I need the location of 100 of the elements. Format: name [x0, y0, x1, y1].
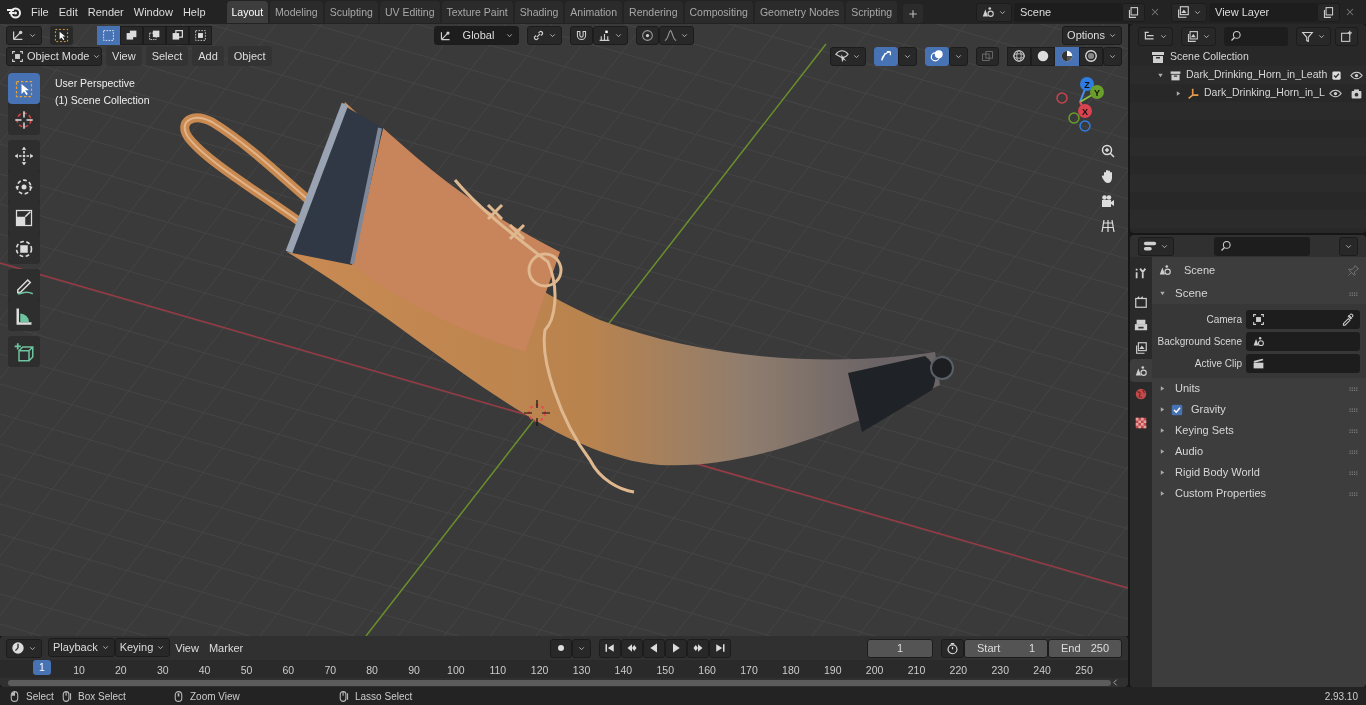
tool-button[interactable]	[8, 336, 40, 367]
menu-item[interactable]: Object	[227, 45, 272, 67]
start-frame-field[interactable]: Start 1	[964, 638, 1048, 658]
tool-button[interactable]	[8, 104, 40, 135]
search-field[interactable]	[1224, 26, 1288, 46]
selector-dropdown[interactable]	[1171, 2, 1207, 22]
render-camera-icon[interactable]	[1349, 86, 1363, 100]
axis-gizmo-drawing[interactable]	[1056, 77, 1104, 132]
workspace-tab[interactable]: Shading	[514, 0, 564, 24]
panel-header[interactable]: Rigid Body World	[1175, 464, 1260, 481]
shading-button[interactable]	[1079, 46, 1103, 66]
transform-dropdown[interactable]	[6, 25, 42, 45]
panel-header[interactable]: Audio	[1175, 443, 1204, 460]
menu-item[interactable]: Window	[128, 1, 178, 23]
copy-button[interactable]	[1317, 2, 1340, 22]
previous-keyframe-button[interactable]	[621, 638, 644, 658]
workspace-tab[interactable]: Rendering	[624, 0, 683, 24]
panel-header[interactable]: Custom Properties	[1175, 485, 1267, 502]
tool-button[interactable]	[8, 140, 40, 171]
tool-button[interactable]	[8, 233, 40, 264]
visibility-dropdown[interactable]	[830, 46, 866, 66]
object-field[interactable]	[1246, 331, 1360, 351]
selector-dropdown[interactable]	[976, 2, 1012, 22]
jump-start-button[interactable]	[599, 638, 622, 658]
selection-mode-button[interactable]	[120, 25, 143, 45]
properties-tab[interactable]	[1130, 359, 1152, 382]
workspace-tab[interactable]: Geometry Nodes	[754, 0, 845, 24]
preview-range-toggle[interactable]	[941, 638, 964, 658]
copy-button[interactable]	[1122, 2, 1145, 22]
selection-mode-button[interactable]	[189, 25, 212, 45]
new-collection-button[interactable]	[1335, 26, 1358, 46]
pivot-dropdown[interactable]	[527, 25, 563, 45]
outliner-item[interactable]: Dark_Drinking_Horn_in_L	[1204, 85, 1325, 101]
auto-keying-toggle[interactable]	[550, 638, 573, 658]
menu-item[interactable]: Marker	[203, 637, 249, 659]
outliner-item[interactable]: Scene Collection	[1170, 49, 1249, 65]
next-keyframe-button[interactable]	[687, 638, 710, 658]
display-mode-dropdown[interactable]	[1138, 26, 1173, 46]
jump-end-button[interactable]	[709, 638, 732, 658]
panel-header[interactable]: Units	[1175, 380, 1201, 397]
collapsed-arrow-icon[interactable]	[1158, 384, 1167, 393]
selection-mode-button[interactable]	[166, 25, 189, 45]
end-frame-field[interactable]: End 250	[1048, 638, 1122, 658]
editor-type-dropdown[interactable]	[6, 638, 42, 658]
orientation-dropdown[interactable]: Global	[433, 25, 520, 45]
menu-item[interactable]: Render	[82, 1, 129, 23]
tool-button[interactable]	[8, 300, 40, 331]
active-tool-button[interactable]	[50, 25, 73, 45]
proportional-toggle[interactable]	[636, 25, 660, 45]
tool-button[interactable]	[8, 269, 40, 300]
gizmo-toggle[interactable]	[874, 46, 898, 66]
panel-header[interactable]: Keying Sets	[1175, 422, 1234, 439]
current-frame-field[interactable]: 1	[867, 638, 933, 658]
shading-button[interactable]	[1031, 46, 1055, 66]
selection-mode-button[interactable]	[97, 25, 120, 45]
play-reverse-button[interactable]	[643, 638, 666, 658]
view-layer-field[interactable]: View Layer	[1209, 2, 1317, 22]
scrollbar[interactable]	[8, 679, 1111, 686]
workspace-tab[interactable]: Compositing	[684, 0, 753, 24]
snap-toggle[interactable]	[570, 25, 594, 45]
workspace-tab[interactable]: Texture Paint	[441, 0, 513, 24]
workspace-tab[interactable]: UV Editing	[379, 0, 440, 24]
outliner-item[interactable]: Dark_Drinking_Horn_in_Leath	[1186, 67, 1328, 83]
app-logo-icon[interactable]	[6, 4, 22, 20]
selection-mode-button[interactable]	[143, 25, 166, 45]
menu-item[interactable]: Help	[177, 1, 211, 23]
tool-button[interactable]	[8, 73, 40, 104]
workspace-tab[interactable]: Animation	[565, 0, 623, 24]
filter-dropdown[interactable]	[1296, 26, 1331, 46]
menu-item[interactable]: Select	[145, 45, 189, 67]
menu-dropdown[interactable]: Keying	[114, 637, 171, 657]
snap-dropdown[interactable]	[593, 25, 629, 45]
editor-type-dropdown[interactable]	[1138, 236, 1174, 256]
menu-item[interactable]: File	[26, 1, 54, 23]
menu-item[interactable]: Edit	[53, 1, 83, 23]
xray-toggle[interactable]	[976, 46, 999, 66]
mode-dropdown[interactable]: Object Mode	[6, 46, 102, 66]
add-workspace-button[interactable]	[903, 4, 924, 24]
panel-header[interactable]: Scene	[1175, 284, 1208, 303]
menu-dropdown[interactable]: Playback	[48, 637, 115, 657]
overlay-toggle[interactable]	[925, 46, 949, 66]
scene-field[interactable]: Scene	[1014, 2, 1122, 22]
workspace-tab[interactable]: Scripting	[846, 0, 898, 24]
collapsed-arrow-icon[interactable]	[1158, 447, 1167, 456]
filter-mode-dropdown[interactable]	[1181, 26, 1216, 46]
search-field[interactable]	[1214, 236, 1310, 256]
expanded-arrow-icon[interactable]	[1158, 289, 1167, 298]
checkbox-icon[interactable]	[1331, 69, 1343, 81]
checkbox-icon[interactable]	[1171, 403, 1183, 416]
collapsed-arrow-icon[interactable]	[1158, 426, 1167, 435]
object-field[interactable]	[1246, 353, 1360, 373]
options-dropdown[interactable]: Options	[1062, 25, 1122, 45]
workspace-tab[interactable]: Layout	[226, 0, 269, 24]
workspace-tab[interactable]: Modeling	[270, 0, 323, 24]
object-field[interactable]	[1246, 309, 1360, 329]
workspace-tab[interactable]: Sculpting	[324, 0, 378, 24]
menu-item[interactable]: Add	[192, 45, 224, 67]
collapsed-arrow-icon[interactable]	[1158, 405, 1167, 414]
shading-button[interactable]	[1055, 46, 1079, 66]
menu-item[interactable]: View	[106, 45, 142, 67]
